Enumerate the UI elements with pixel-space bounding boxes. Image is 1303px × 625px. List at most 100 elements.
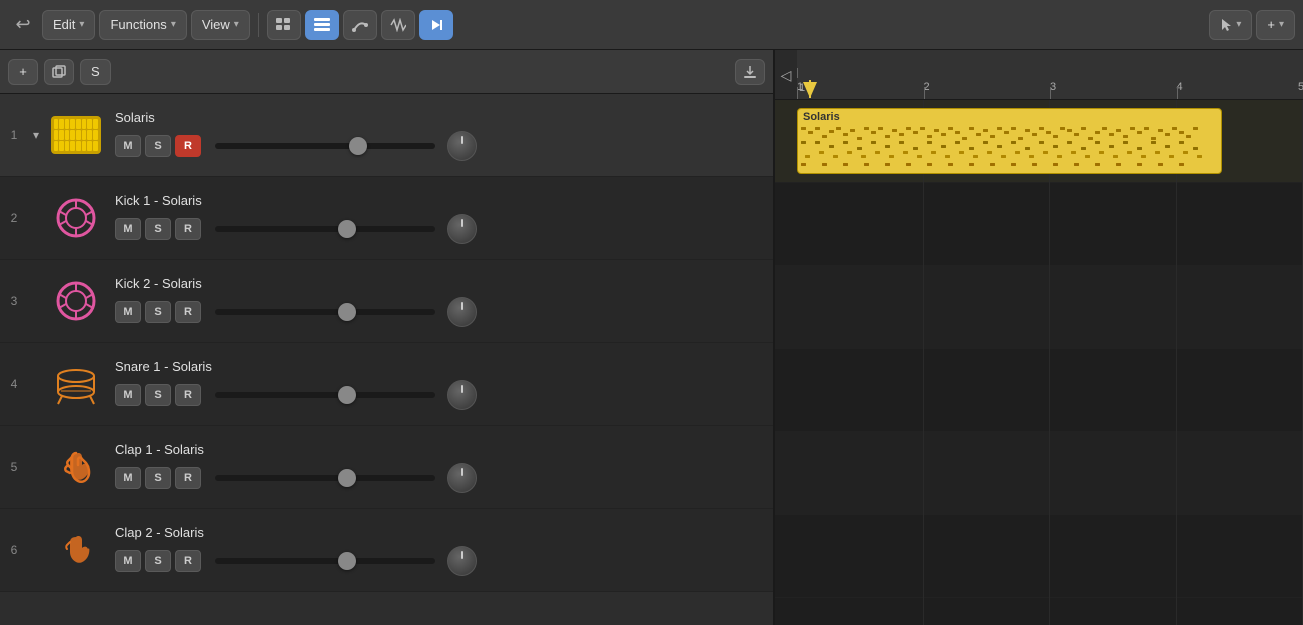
midi-region-solaris[interactable]: Solaris // Generate midi dots inline con… [797, 108, 1222, 174]
s-button[interactable]: S [80, 59, 111, 85]
left-panel: + S 1 [0, 50, 775, 625]
track-number-1: 1 [0, 128, 28, 142]
solo-3-button[interactable]: S [145, 301, 171, 323]
mute-3-button[interactable]: M [115, 301, 141, 323]
track-3-name: Kick 2 - Solaris [115, 276, 773, 291]
mute-4-button[interactable]: M [115, 384, 141, 406]
pan-5-knob[interactable] [447, 463, 477, 493]
mute-5-button[interactable]: M [115, 467, 141, 489]
main-toolbar: ↩ Edit ▾ Functions ▾ View ▾ [0, 0, 1303, 50]
volume-2-thumb[interactable] [338, 220, 356, 238]
download-button[interactable] [735, 59, 765, 85]
edit-chevron: ▾ [79, 19, 84, 30]
track-5-controls: M S R [115, 463, 773, 493]
timeline-ruler[interactable]: ◁ 1 1 [775, 50, 1303, 100]
record-2-button[interactable]: R [175, 218, 201, 240]
mute-2-button[interactable]: M [115, 218, 141, 240]
edit-label: Edit [53, 17, 75, 32]
add-track-small-button[interactable]: + [8, 59, 38, 85]
pan-1-knob[interactable] [447, 131, 477, 161]
clap-1-icon [48, 440, 103, 495]
snap-button[interactable] [419, 10, 453, 40]
table-row: 4 [0, 343, 773, 426]
track-3-info: Kick 2 - Solaris M S R [107, 276, 773, 327]
timeline-track-bg-2 [775, 183, 1303, 266]
ruler-marks-area[interactable]: 1 1 2 3 4 5 [797, 50, 1303, 99]
solo-6-button[interactable]: S [145, 550, 171, 572]
track-4-name: Snare 1 - Solaris [115, 359, 773, 374]
volume-6-thumb[interactable] [338, 552, 356, 570]
record-6-button[interactable]: R [175, 550, 201, 572]
view-menu-button[interactable]: View ▾ [191, 10, 250, 40]
pan-2-knob[interactable] [447, 214, 477, 244]
add-icon: + [1267, 17, 1275, 32]
ruler-num-5: 5 [1298, 81, 1303, 93]
pan-4-knob[interactable] [447, 380, 477, 410]
solo-1-button[interactable]: S [145, 135, 171, 157]
add-track-button[interactable]: + ▾ [1256, 10, 1295, 40]
volume-1-track[interactable] [215, 143, 435, 149]
volume-3-track[interactable] [215, 309, 435, 315]
snare-1-icon [48, 357, 103, 412]
pan-3-knob[interactable] [447, 297, 477, 327]
volume-2-track[interactable] [215, 226, 435, 232]
solo-2-button[interactable]: S [145, 218, 171, 240]
view-chevron: ▾ [234, 19, 239, 30]
volume-2-slider[interactable] [215, 226, 435, 232]
kick-drum-icon [54, 196, 98, 240]
wave-tool-button[interactable] [381, 10, 415, 40]
cursor-tool-button[interactable]: ▾ [1209, 10, 1252, 40]
mute-1-button[interactable]: M [115, 135, 141, 157]
volume-3-thumb[interactable] [338, 303, 356, 321]
track-4-info: Snare 1 - Solaris M S R [107, 359, 773, 410]
volume-5-slider[interactable] [215, 475, 435, 481]
back-button[interactable]: ↩ [8, 10, 38, 40]
solo-4-button[interactable]: S [145, 384, 171, 406]
ruler-left-arrow[interactable]: ◁ [775, 50, 797, 100]
pan-6-knob[interactable] [447, 546, 477, 576]
expand-track-1-button[interactable]: ▾ [28, 128, 44, 142]
curve-tool-button[interactable] [343, 10, 377, 40]
track-1-info: Solaris M S R [107, 110, 773, 161]
record-5-button[interactable]: R [175, 467, 201, 489]
track-2-controls: M S R [115, 214, 773, 244]
volume-4-slider[interactable] [215, 392, 435, 398]
volume-1-thumb[interactable] [349, 137, 367, 155]
track-6-info: Clap 2 - Solaris M S R [107, 525, 773, 576]
grid-view-button[interactable] [267, 10, 301, 40]
functions-label: Functions [110, 17, 166, 32]
track-number-6: 6 [0, 543, 28, 557]
solo-5-button[interactable]: S [145, 467, 171, 489]
volume-6-slider[interactable] [215, 558, 435, 564]
mute-6-button[interactable]: M [115, 550, 141, 572]
wave-icon [390, 18, 406, 32]
volume-5-thumb[interactable] [338, 469, 356, 487]
volume-5-track[interactable] [215, 475, 435, 481]
track-5-info: Clap 1 - Solaris M S R [107, 442, 773, 493]
record-3-button[interactable]: R [175, 301, 201, 323]
curve-icon [352, 18, 368, 32]
ruler-num-3: 3 [1050, 81, 1056, 93]
kick-2-drum-icon [54, 279, 98, 323]
volume-1-slider[interactable] [215, 143, 435, 149]
snap-icon [428, 18, 444, 32]
volume-3-slider[interactable] [215, 309, 435, 315]
track-number-4: 4 [0, 377, 28, 391]
kick-2-icon [48, 274, 103, 329]
functions-menu-button[interactable]: Functions ▾ [99, 10, 186, 40]
record-1-button[interactable]: R [175, 135, 201, 157]
track-2-info: Kick 1 - Solaris M S R [107, 193, 773, 244]
duplicate-icon [52, 65, 66, 79]
timeline-track-bg-4 [775, 349, 1303, 432]
edit-menu-button[interactable]: Edit ▾ [42, 10, 95, 40]
record-4-button[interactable]: R [175, 384, 201, 406]
add-icon-small: + [19, 64, 27, 79]
timeline-content[interactable]: Solaris // Generate midi dots inline con… [775, 100, 1303, 625]
list-view-button[interactable] [305, 10, 339, 40]
volume-4-thumb[interactable] [338, 386, 356, 404]
right-panel: ◁ 1 1 [775, 50, 1303, 625]
duplicate-track-button[interactable] [44, 59, 74, 85]
volume-6-track[interactable] [215, 558, 435, 564]
drum-machine-icon [48, 108, 103, 163]
volume-4-track[interactable] [215, 392, 435, 398]
